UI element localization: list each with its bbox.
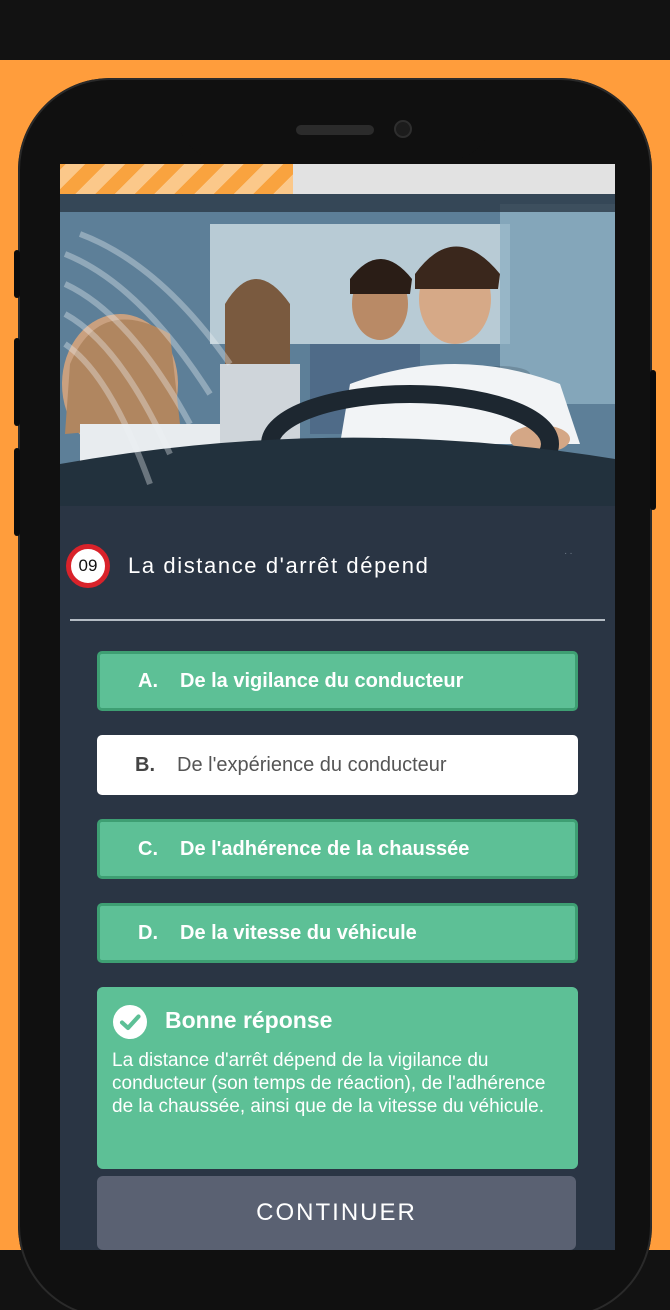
question-row: 09 La distance d'arrêt dépend [60,544,615,588]
answer-option-d[interactable]: D. De la vitesse du véhicule [97,903,578,963]
question-photo [60,194,615,506]
answer-text: De l'adhérence de la chaussée [180,837,470,860]
answer-letter: B. [135,753,155,776]
answer-letter: C. [138,837,158,860]
progress-fill [60,164,294,194]
answer-option-b[interactable]: B. De l'expérience du conducteur [97,735,578,795]
phone-volume-down-button [14,448,20,536]
feedback-explanation: La distance d'arrêt dépend de la vigilan… [112,1050,546,1117]
front-camera [394,120,412,138]
feedback-title: Bonne réponse [165,1007,333,1033]
phone-volume-up-button [14,338,20,426]
answer-text: De la vitesse du véhicule [180,921,417,944]
answer-option-c[interactable]: C. De l'adhérence de la chaussée [97,819,578,879]
car-photo-illustration [60,194,615,506]
phone-notch [178,80,492,160]
answer-text: De la vigilance du conducteur [180,669,464,692]
more-dots-icon: ·· [564,548,575,559]
question-divider [70,619,605,621]
progress-bar [60,164,615,194]
answer-text: De l'expérience du conducteur [177,753,447,776]
check-circle-icon [113,1005,147,1039]
answer-letter: A. [138,669,158,692]
app-screen: 09 La distance d'arrêt dépend ·· A. De l… [60,164,615,1250]
answer-feedback-panel: Bonne réponse La distance d'arrêt dépend… [97,987,578,1169]
question-text: La distance d'arrêt dépend [128,553,430,578]
top-band [0,0,670,60]
answer-option-a[interactable]: A. De la vigilance du conducteur [97,651,578,711]
phone-power-button [650,370,656,510]
answer-letter: D. [138,921,158,944]
phone-side-button [14,250,20,298]
phone-speaker [296,125,374,135]
continue-button[interactable]: CONTINUER [97,1176,576,1250]
question-number-badge: 09 [66,544,110,588]
